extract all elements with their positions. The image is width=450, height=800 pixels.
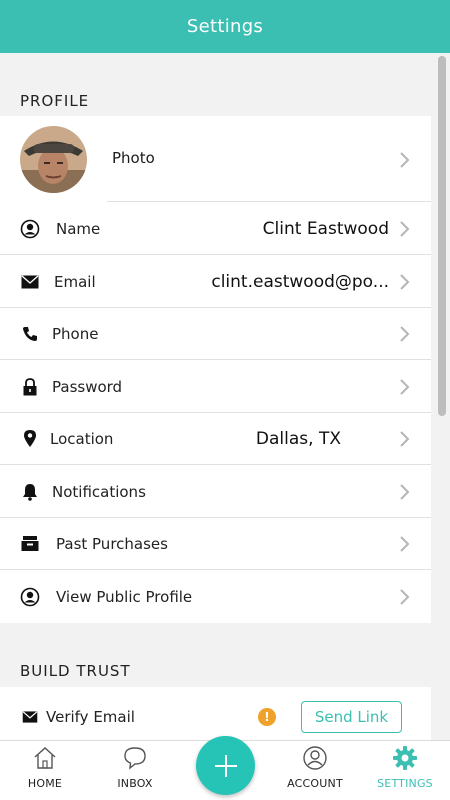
chevron-right-icon (400, 325, 410, 342)
chevron-right-icon (400, 152, 410, 168)
chevron-right-icon (400, 430, 410, 447)
profile-row-past-purchases[interactable]: Past Purchases (0, 518, 431, 570)
photo-label: Photo (112, 149, 155, 167)
profile-row-phone[interactable]: Phone (0, 308, 431, 360)
email-label: Email (54, 272, 96, 291)
tab-account-label: ACCOUNT (287, 777, 343, 790)
divider (107, 201, 431, 202)
gear-icon (393, 746, 417, 770)
tab-home-label: HOME (27, 777, 63, 790)
map-pin-icon (20, 429, 40, 449)
name-value: Clint Eastwood (262, 218, 389, 239)
tab-inbox[interactable]: INBOX (90, 741, 180, 800)
profile-row-name[interactable]: Name Clint Eastwood (0, 203, 431, 255)
send-link-button[interactable]: Send Link (301, 701, 402, 733)
notifications-label: Notifications (52, 482, 146, 501)
chevron-right-icon (400, 589, 410, 605)
user-circle-icon (303, 746, 327, 770)
envelope-icon (20, 707, 40, 727)
user-circle-icon (20, 587, 40, 607)
photo-row[interactable]: Photo (0, 116, 431, 202)
tab-settings-label: SETTINGS (377, 777, 433, 790)
location-label: Location (50, 429, 114, 448)
bell-icon (20, 482, 40, 502)
chevron-right-icon (400, 378, 410, 395)
chat-bubble-icon (124, 747, 146, 770)
build-trust-section-title: BUILD TRUST (20, 662, 131, 680)
location-value: Dallas, TX (255, 428, 341, 449)
warning-icon: ! (258, 708, 276, 726)
plus-icon (214, 754, 237, 777)
chevron-right-icon (400, 220, 410, 237)
user-circle-icon (20, 219, 40, 239)
page-title: Settings (186, 16, 264, 37)
view-public-profile-label: View Public Profile (56, 588, 193, 606)
lock-icon (20, 377, 40, 397)
tab-settings[interactable]: SETTINGS (360, 741, 450, 800)
verify-email-label: Verify Email (46, 708, 135, 726)
tab-home[interactable]: HOME (0, 741, 90, 800)
settings-scroll-area[interactable]: PROFILE Photo Name Clint Eastwood Email … (0, 53, 450, 740)
profile-row-email[interactable]: Email clint.eastwood@po... (0, 256, 431, 308)
scrollbar-thumb[interactable] (438, 56, 446, 416)
past-purchases-label: Past Purchases (56, 534, 168, 553)
home-icon (34, 747, 56, 769)
password-label: Password (52, 377, 123, 396)
add-button[interactable] (196, 736, 255, 795)
tab-account[interactable]: ACCOUNT (270, 741, 360, 800)
chevron-right-icon (400, 483, 410, 500)
name-label: Name (56, 219, 101, 238)
chevron-right-icon (400, 273, 410, 290)
phone-icon (20, 324, 40, 344)
tab-inbox-label: INBOX (117, 777, 153, 790)
archive-icon (20, 534, 40, 554)
header-bar: Settings (0, 0, 450, 53)
profile-card: Photo Name Clint Eastwood Email clint.ea… (0, 116, 431, 623)
scrollbar[interactable] (438, 56, 446, 736)
envelope-icon (20, 272, 40, 292)
profile-section-title: PROFILE (20, 92, 90, 110)
chevron-right-icon (400, 535, 410, 552)
profile-row-password[interactable]: Password (0, 361, 431, 413)
avatar (20, 126, 87, 193)
build-trust-card: Verify Email ! Send Link (0, 687, 431, 740)
email-value: clint.eastwood@po... (211, 271, 389, 292)
phone-label: Phone (52, 324, 99, 343)
trust-row-verify-email[interactable]: Verify Email ! Send Link (0, 691, 431, 740)
profile-row-view-public-profile[interactable]: View Public Profile (0, 571, 431, 623)
profile-row-notifications[interactable]: Notifications (0, 466, 431, 518)
profile-row-location[interactable]: Location Dallas, TX (0, 413, 431, 465)
